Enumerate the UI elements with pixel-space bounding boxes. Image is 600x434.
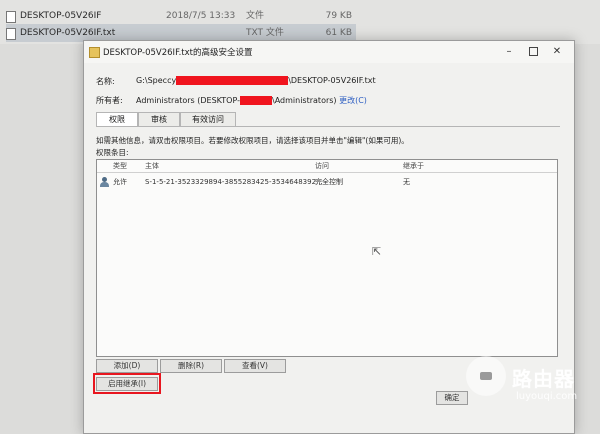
name-suffix: \DESKTOP-05V26IF.txt [288,76,376,85]
text-file-icon [6,28,16,40]
redaction-bar [176,76,289,85]
name-prefix: G:\Speccy [136,76,177,85]
file-explorer-background: DESKTOP-05V26IF 2018/7/5 13:33 文件 79 KB … [0,0,600,44]
entry-type: 允许 [113,178,127,186]
owner-suffix: \Administrators) [272,96,337,105]
owner-label: 所有者: [96,96,123,105]
file-name: DESKTOP-05V26IF [20,11,102,21]
owner-change-link[interactable]: 更改(C) [339,96,367,105]
highlight-box [93,373,161,394]
tab-divider [96,126,560,127]
redaction-bar [240,96,273,105]
column-inherited-from[interactable]: 继承于 [403,160,424,172]
add-button[interactable]: 添加(D) [96,359,158,373]
dialog-titlebar[interactable]: DESKTOP-05V26IF.txt的高级安全设置 – ✕ [84,41,574,63]
file-size: 79 KB [325,11,352,21]
dialog-title: DESKTOP-05V26IF.txt的高级安全设置 [103,48,253,58]
file-icon [6,11,16,23]
file-date: 2018/7/5 13:33 [166,11,236,21]
user-icon [100,177,109,187]
view-button[interactable]: 查看(V) [224,359,286,373]
mouse-pointer-icon: ⇱ [372,245,382,258]
permissions-info-text: 如需其他信息，请双击权限项目。若要修改权限项目，请选择该项目并单击"编辑"(如果… [96,136,409,145]
entry-inherited-from: 无 [403,178,410,186]
minimize-button[interactable]: – [502,45,516,59]
name-label: 名称: [96,77,115,86]
tab-permissions[interactable]: 权限 [96,112,138,127]
maximize-icon [528,46,538,56]
name-value: G:\Speccy \DESKTOP-05V26IF.txt [136,76,376,85]
close-button[interactable]: ✕ [550,45,564,59]
router-icon [480,372,492,380]
column-access[interactable]: 访问 [315,160,329,172]
column-type[interactable]: 类型 [113,160,127,172]
maximize-button[interactable] [526,45,540,59]
permission-entry-row[interactable]: 允许 S-1-5-21-3523329894-3855283425-353464… [97,174,557,190]
watermark-url: luyouqi.com [516,391,578,402]
entry-principal: S-1-5-21-3523329894-3855283425-353464839… [145,178,323,186]
watermark-text: 路由器 [512,367,575,391]
remove-button[interactable]: 删除(R) [160,359,222,373]
entry-access: 完全控制 [315,178,343,186]
owner-value: Administrators (DESKTOP- \Administrators)… [136,95,367,106]
permission-entries-list[interactable]: 类型 主体 访问 继承于 允许 S-1-5-21-3523329894-3855… [96,159,558,357]
folder-icon [89,47,100,58]
list-header: 类型 主体 访问 继承于 [97,160,557,173]
owner-prefix: Administrators (DESKTOP- [136,96,241,105]
tab-auditing[interactable]: 审核 [138,112,180,126]
permission-entries-label: 权限条目: [96,148,129,157]
tab-effective-access[interactable]: 有效访问 [180,112,236,126]
file-row[interactable]: DESKTOP-05V26IF 2018/7/5 13:33 文件 79 KB [6,7,356,25]
column-principal[interactable]: 主体 [145,160,159,172]
ok-button[interactable]: 确定 [436,391,468,405]
file-type: 文件 [246,11,265,21]
